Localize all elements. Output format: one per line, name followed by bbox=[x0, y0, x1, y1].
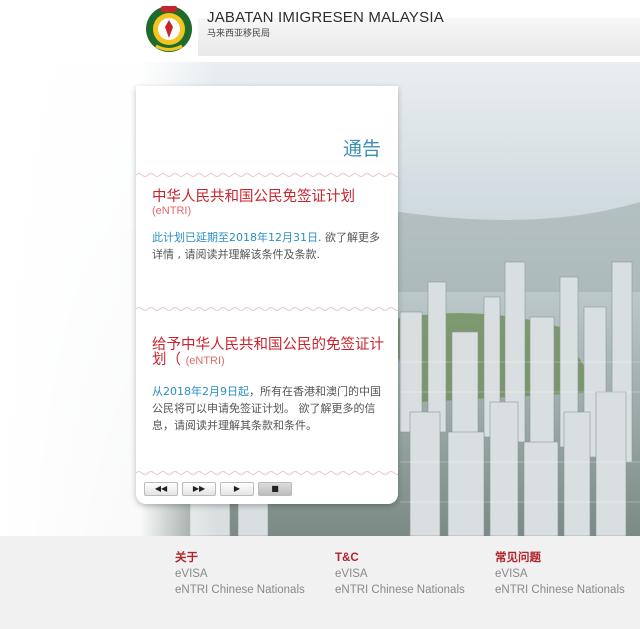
footer-heading: 关于 bbox=[175, 552, 198, 564]
site-footer: 关于 eVISA eNTRI Chinese Nationals T&C eVI… bbox=[0, 536, 640, 629]
footer-link-evisa[interactable]: eVISA bbox=[495, 566, 625, 582]
news-body: 从2018年2月9日起，所有在香港和澳门的中国公民将可以申请免签证计划。 欲了解… bbox=[152, 383, 388, 434]
news-highlight[interactable]: 此计划已延期至2018年12月31日 bbox=[152, 231, 318, 244]
footer-link-entri[interactable]: eNTRI Chinese Nationals bbox=[335, 582, 465, 598]
wavy-divider bbox=[136, 307, 398, 311]
next-button[interactable]: ▶▶ bbox=[182, 482, 216, 496]
footer-link-entri[interactable]: eNTRI Chinese Nationals bbox=[175, 582, 305, 598]
news-title[interactable]: 中华人民共和国公民免签证计划 bbox=[152, 190, 388, 205]
news-item[interactable]: 中华人民共和国公民免签证计划 (eNTRI) 此计划已延期至2018年12月31… bbox=[152, 190, 388, 263]
news-highlight[interactable]: 从2018年2月9日起 bbox=[152, 385, 249, 398]
notice-title: 通告 bbox=[342, 138, 381, 160]
footer-link-entri[interactable]: eNTRI Chinese Nationals bbox=[495, 582, 625, 598]
stop-button[interactable]: ■ bbox=[258, 482, 292, 496]
wavy-divider bbox=[136, 471, 398, 475]
site-header: JABATAN IMIGRESEN MALAYSIA 马来西亚移民局 bbox=[0, 0, 640, 62]
immigration-crest-icon[interactable] bbox=[144, 3, 194, 55]
play-button[interactable]: ▶ bbox=[220, 482, 254, 496]
footer-column-faq: 常见问题 eVISA eNTRI Chinese Nationals bbox=[495, 550, 625, 598]
news-tag: (eNTRI) bbox=[152, 205, 192, 217]
news-tag: (eNTRI) bbox=[185, 355, 225, 367]
wavy-divider bbox=[136, 173, 398, 177]
slider-controls: ◀◀ ▶▶ ▶ ■ bbox=[144, 482, 294, 496]
footer-link-evisa[interactable]: eVISA bbox=[175, 566, 305, 582]
footer-heading: T&C bbox=[335, 552, 359, 564]
notice-panel: 通告 中华人民共和国公民免签证计划 (eNTRI) 此计划已延期至2018年12… bbox=[136, 86, 398, 504]
site-title: JABATAN IMIGRESEN MALAYSIA bbox=[207, 9, 444, 26]
footer-column-tc: T&C eVISA eNTRI Chinese Nationals bbox=[335, 550, 465, 598]
footer-link-evisa[interactable]: eVISA bbox=[335, 566, 465, 582]
site-subtitle: 马来西亚移民局 bbox=[207, 29, 271, 39]
news-item[interactable]: 给予中华人民共和国公民的免签证计划（ (eNTRI) 从2018年2月9日起，所… bbox=[152, 338, 388, 434]
news-title[interactable]: 给予中华人民共和国公民的免签证计划（ (eNTRI) bbox=[152, 338, 388, 369]
previous-button[interactable]: ◀◀ bbox=[144, 482, 178, 496]
footer-heading: 常见问题 bbox=[495, 552, 541, 564]
news-body: 此计划已延期至2018年12月31日. 欲了解更多详情 , 请阅读并理解该条件及… bbox=[152, 229, 388, 263]
footer-column-about: 关于 eVISA eNTRI Chinese Nationals bbox=[175, 550, 305, 598]
